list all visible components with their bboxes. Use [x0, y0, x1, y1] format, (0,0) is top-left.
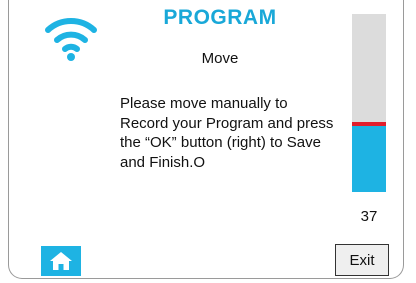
- level-value: 37: [360, 208, 378, 225]
- page-title: PROGRAM: [163, 6, 277, 29]
- exit-button[interactable]: Exit: [335, 244, 389, 276]
- instruction-text: Please move manually to Record your Prog…: [120, 95, 334, 171]
- level-bar-fill: [352, 126, 386, 192]
- home-button[interactable]: [41, 246, 81, 276]
- wifi-icon: [45, 18, 97, 61]
- level-bar: [352, 14, 386, 192]
- level-bar-marker: [352, 122, 386, 126]
- home-icon: [50, 252, 72, 270]
- mode-label: Move: [201, 50, 239, 67]
